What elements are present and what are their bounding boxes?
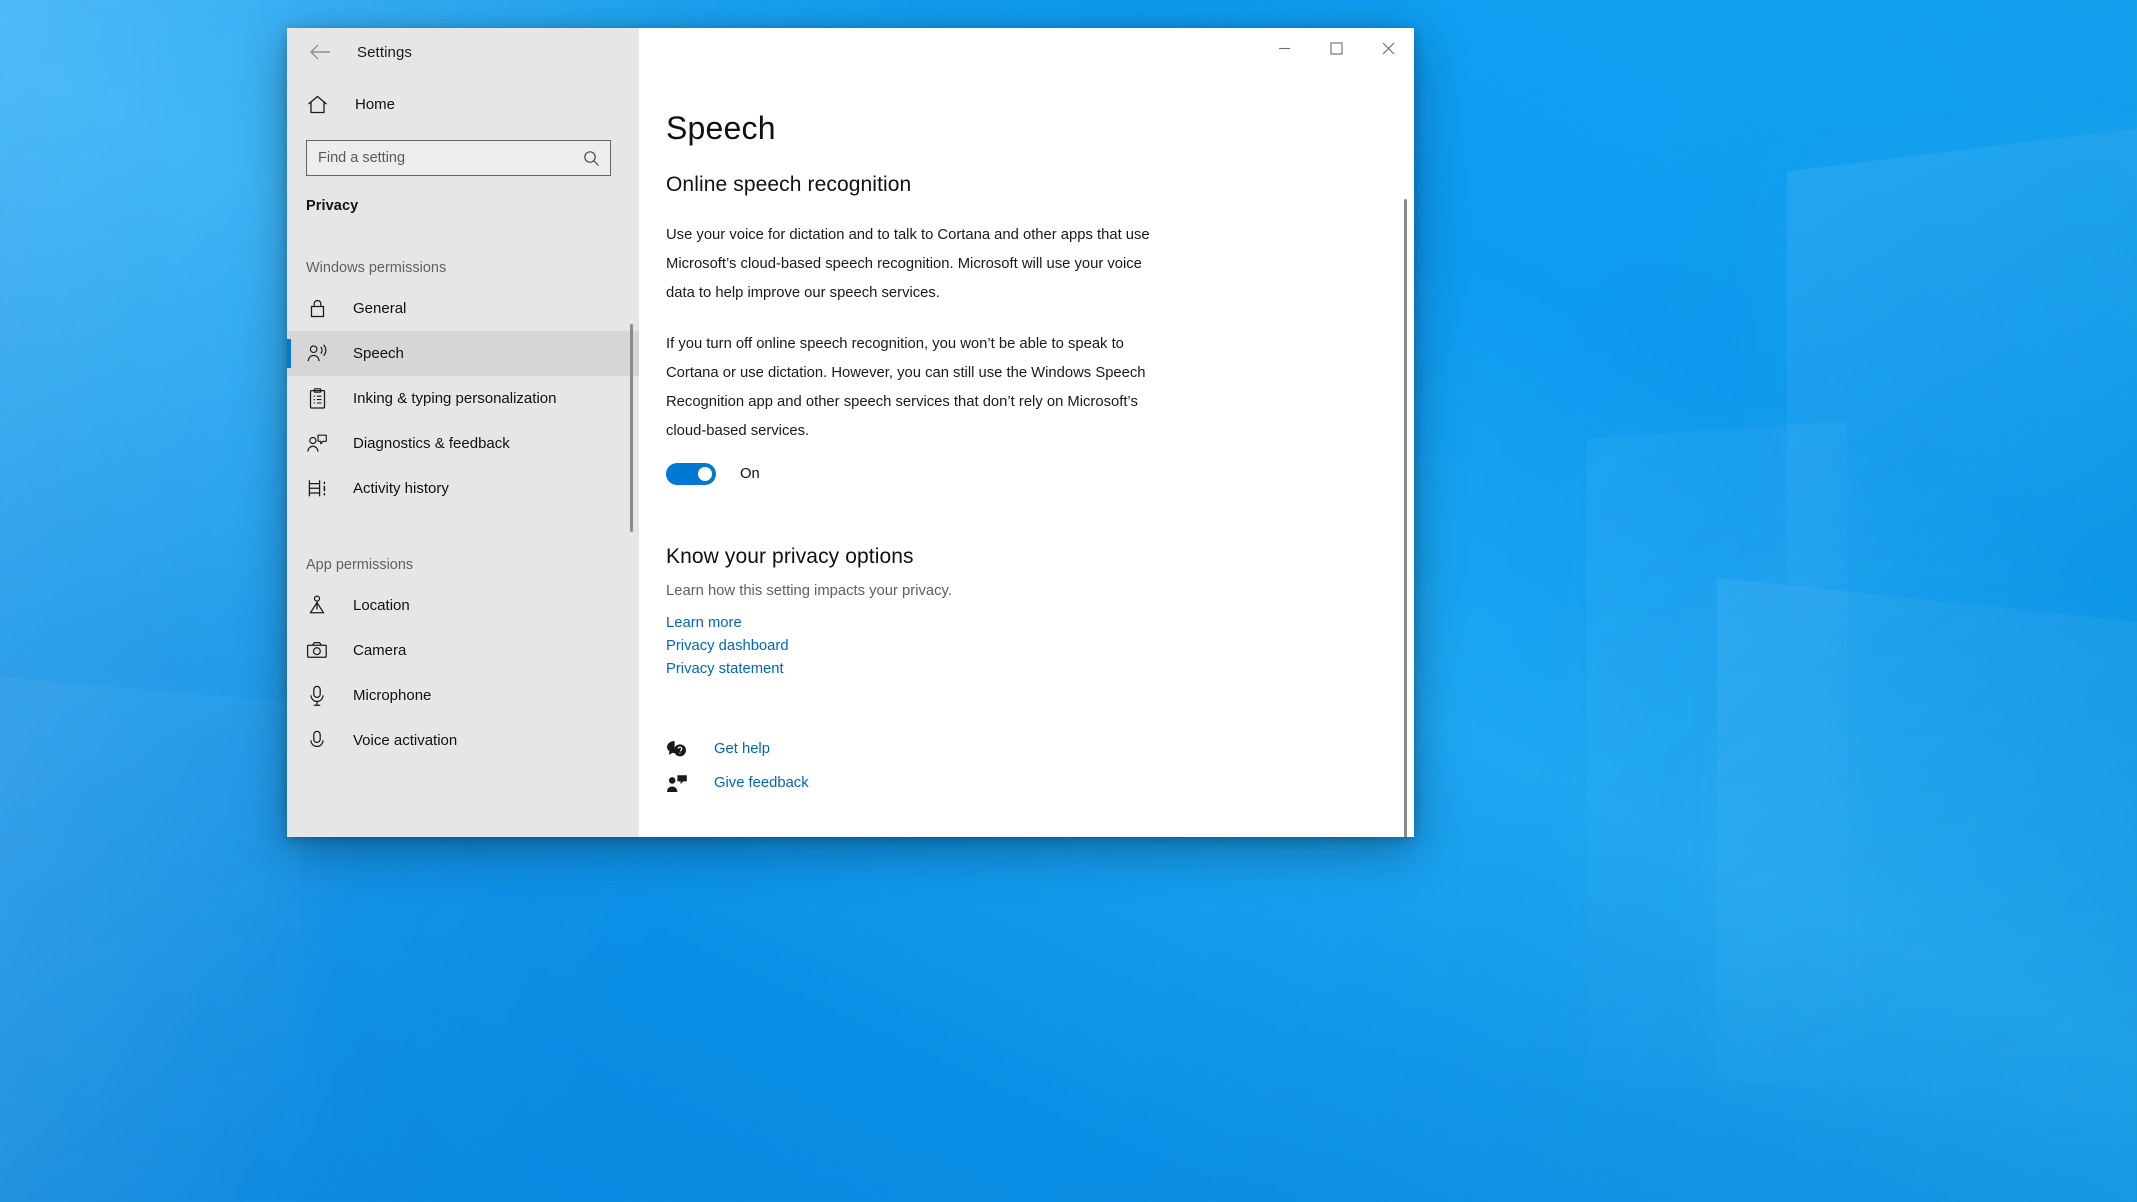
sidebar-item-label: Speech [353,345,404,362]
voice-activation-icon [306,730,328,752]
speech-person-icon [306,343,328,365]
sidebar-category-title: Privacy [306,198,359,214]
minimize-icon [1278,47,1290,49]
search-box[interactable] [306,140,611,176]
page-title: Speech [666,110,776,146]
feedback-person-icon [666,772,688,794]
sidebar: Home Privacy Windows [287,76,639,837]
sidebar-item-label: Microphone [353,687,432,704]
sidebar-item-camera[interactable]: Camera [287,628,639,673]
sidebar-item-activity-history[interactable]: Activity history [287,466,639,511]
give-feedback-row[interactable]: Give feedback [666,766,1354,800]
online-speech-recognition-toggle[interactable] [666,463,716,485]
link-privacy-statement[interactable]: Privacy statement [666,661,784,677]
search-input[interactable] [318,150,580,166]
paragraph-description-2: If you turn off online speech recognitio… [666,336,1146,439]
search-icon[interactable] [580,147,602,169]
back-button[interactable] [297,36,343,68]
question-bubble-icon [666,738,688,760]
section-title-online-speech-recognition: Online speech recognition [666,173,912,196]
sidebar-item-label: Diagnostics & feedback [353,435,510,452]
back-arrow-icon [310,44,330,60]
sidebar-item-speech[interactable]: Speech [287,331,639,376]
main-content: Speech Online speech recognition Use you… [639,76,1414,837]
minimize-button[interactable] [1258,28,1310,68]
privacy-options-title: Know your privacy options [666,545,914,568]
sidebar-item-diagnostics-feedback[interactable]: Diagnostics & feedback [287,421,639,466]
sidebar-content: Home Privacy Windows [287,76,639,763]
lock-icon [306,298,328,320]
microphone-icon [306,685,328,707]
sidebar-scrollbar-thumb[interactable] [630,324,633,532]
wallpaper-light-pane [0,676,300,1202]
window-title: Settings [357,43,412,61]
title-bar-left: Settings [287,28,639,76]
location-pin-icon [306,595,328,617]
sidebar-item-label: Inking & typing personalization [353,390,557,407]
maximize-icon [1329,41,1343,55]
window-controls [639,28,1414,76]
clipboard-icon [306,387,328,410]
settings-window: Settings Home Find a setting Privacy Win… [287,28,1414,837]
sidebar-group-header-app-permissions: App permissions [306,557,414,573]
close-icon [1382,42,1394,54]
person-feedback-icon [306,433,328,455]
sidebar-item-home[interactable]: Home [287,82,639,126]
sidebar-item-general[interactable]: General [287,286,639,331]
sidebar-item-voice-activation[interactable]: Voice activation [287,718,639,763]
give-feedback-link[interactable]: Give feedback [714,775,809,791]
maximize-button[interactable] [1310,28,1362,68]
get-help-link[interactable]: Get help [714,741,770,757]
paragraph-description-1: Use your voice for dictation and to talk… [666,227,1150,301]
sidebar-item-label: Location [353,597,410,614]
sidebar-home-label: Home [355,95,396,113]
camera-icon [306,640,328,662]
toggle-state-label: On [740,466,760,482]
get-help-row[interactable]: Get help [666,732,1354,766]
content-inner: Speech Online speech recognition Use you… [639,76,1414,800]
window-body: Home Privacy Windows [287,76,1414,837]
search-container [287,126,639,176]
online-speech-recognition-toggle-row: On [666,463,1354,485]
toggle-knob [698,467,712,481]
activity-history-icon [306,478,328,500]
title-bar: Settings [287,28,1414,76]
content-scrollbar-thumb[interactable] [1404,199,1407,837]
sidebar-item-inking-typing-personalization[interactable]: Inking & typing personalization [287,376,639,421]
close-button[interactable] [1362,28,1414,68]
sidebar-item-label: Camera [353,642,407,659]
privacy-options-subtitle: Learn how this setting impacts your priv… [666,583,952,599]
home-icon [306,93,328,115]
sidebar-item-microphone[interactable]: Microphone [287,673,639,718]
link-learn-more[interactable]: Learn more [666,615,742,631]
sidebar-item-label: General [353,300,407,317]
wallpaper-light-pane [1587,420,1847,1080]
sidebar-item-label: Activity history [353,480,449,497]
sidebar-item-label: Voice activation [353,732,458,749]
sidebar-group-header-windows-permissions: Windows permissions [306,260,447,276]
sidebar-item-location[interactable]: Location [287,583,639,628]
link-privacy-dashboard[interactable]: Privacy dashboard [666,638,789,654]
help-block: Get help Give feedback [666,732,1354,800]
